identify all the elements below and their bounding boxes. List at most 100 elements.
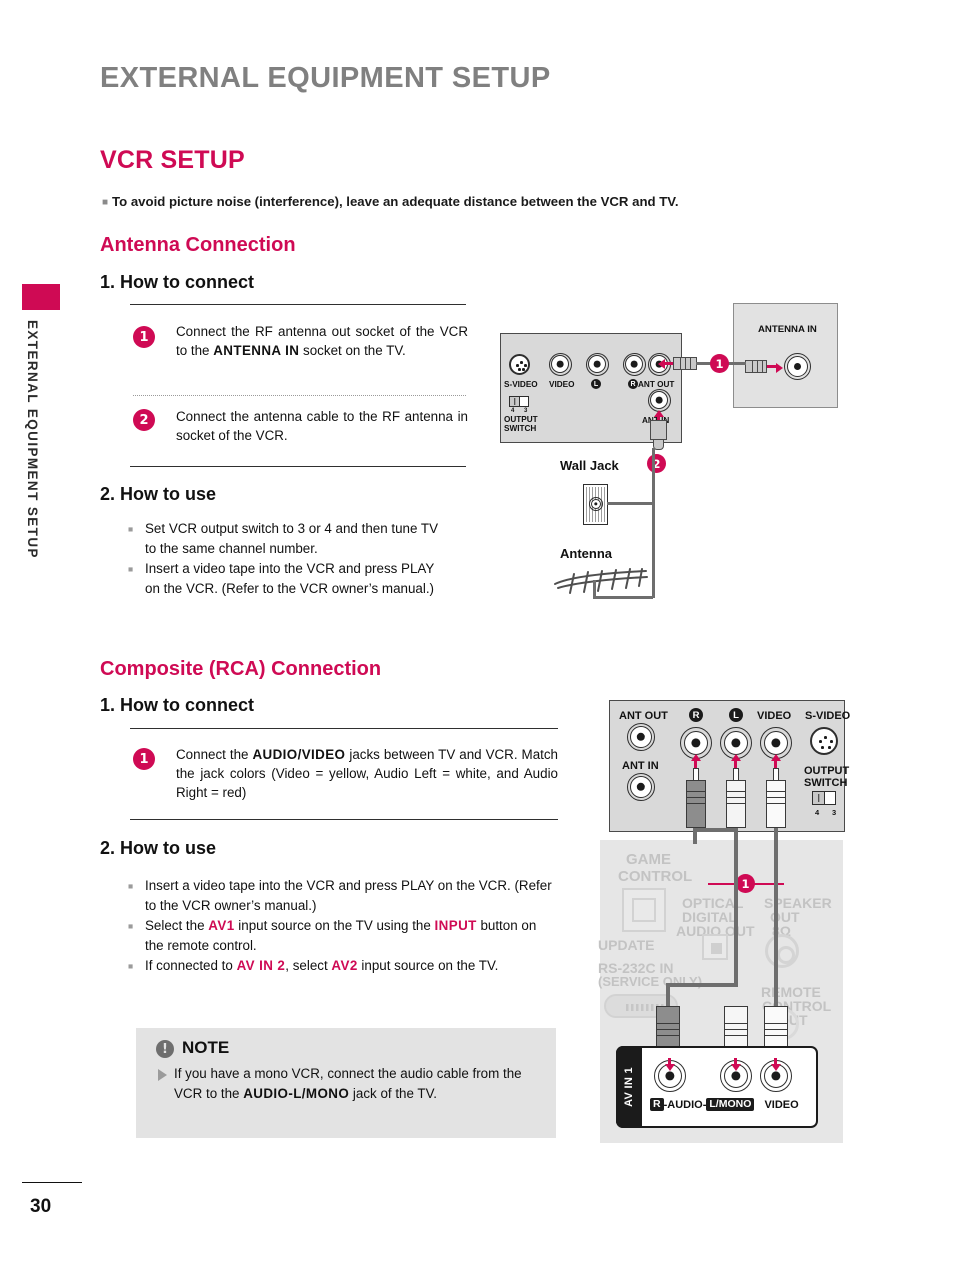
antenna-down-cable (652, 448, 656, 598)
section-title: VCR SETUP (100, 146, 245, 174)
vcr-switch-pos-3: 3 (832, 808, 837, 817)
tv-antenna-in-panel (733, 303, 838, 408)
optical-port (702, 934, 728, 960)
footer-divider (22, 1182, 82, 1183)
composite-connection-heading: Composite (RCA) Connection (100, 658, 382, 680)
bullet-text: , select (285, 958, 332, 973)
audio-left-jack-ring (585, 352, 609, 376)
audio-left-label: L (591, 379, 601, 389)
av-in-1-left-mono-label: L/MONO (706, 1098, 755, 1111)
step-badge-1: 1 (133, 326, 155, 348)
vcr-audio-right-label: R (689, 708, 703, 722)
callout-badge-2: 2 (647, 454, 666, 473)
step-badge-2: 2 (133, 409, 155, 431)
cable-horizontal-bottom (666, 983, 738, 987)
antenna-step-1-keyword: ANTENNA IN (213, 343, 300, 358)
output-switch[interactable] (509, 396, 529, 407)
composite-how-to-use-heading: 2. How to use (100, 838, 217, 858)
list-item: Insert a video tape into the VCR and pre… (128, 559, 448, 598)
coax-connector-vcr-out (673, 357, 697, 370)
side-tab-marker (22, 284, 60, 310)
audio-right-jack-ring (622, 352, 646, 376)
antenna-how-to-connect-heading: 1. How to connect (100, 272, 255, 292)
highlight-term: AV2 (331, 958, 358, 973)
manual-page: EXTERNAL EQUIPMENT SETUP EXTERNAL EQUIPM… (0, 0, 954, 1272)
antenna-step-2-text: Connect the antenna cable to the RF ante… (176, 409, 468, 443)
note-keyword: AUDIO-L/MONO (243, 1085, 350, 1101)
bullet-text: Select the (145, 918, 209, 933)
vcr-s-video-connector (810, 727, 838, 755)
composite-step-1-text: Connect the AUDIO/VIDEO jacks between TV… (176, 745, 558, 802)
section-lede-text: To avoid picture noise (interference), l… (112, 194, 679, 209)
side-tab-label: EXTERNAL EQUIPMENT SETUP (25, 320, 40, 559)
bullet-text: Insert a video tape into the VCR and pre… (145, 878, 552, 913)
bullet-text: If connected to (145, 958, 237, 973)
antenna-connection-diagram: ANTENNA IN S-VIDEO VIDEO L R ANT OUT 1 4… (495, 290, 855, 630)
s-video-label: S-VIDEO (504, 380, 538, 389)
game-control-label-1: GAME (626, 851, 671, 868)
list-item: Set VCR output switch to 3 or 4 and then… (128, 519, 448, 558)
note-text: If you have a mono VCR, connect the audi… (174, 1064, 532, 1103)
note-title: NOTE (182, 1038, 230, 1057)
divider (130, 304, 466, 305)
game-control-port (622, 888, 666, 932)
antenna-use-bullets: Set VCR output switch to 3 or 4 and then… (128, 519, 448, 599)
arrow-down-icon (731, 1064, 741, 1071)
highlight-term: INPUT (434, 918, 477, 933)
vcr-video-label: VIDEO (757, 710, 792, 722)
composite-use-bullets: Insert a video tape into the VCR and pre… (128, 876, 558, 977)
antenna-bottom-cable (593, 596, 653, 600)
list-item: Insert a video tape into the VCR and pre… (128, 876, 558, 915)
cable-white-vertical (734, 828, 738, 983)
ant-out-jack-ring (627, 723, 655, 751)
antenna-label: Antenna (560, 546, 612, 561)
divider (130, 728, 558, 729)
vcr-switch-pos-4: 4 (815, 808, 820, 817)
audio-right-label: R (628, 379, 638, 389)
vcr-output-switch[interactable] (812, 791, 836, 805)
tv-antenna-in-label: ANTENNA IN (758, 324, 817, 335)
vcr-s-video-label: S-VIDEO (805, 710, 851, 722)
divider (130, 819, 558, 820)
triangle-bullet-icon (158, 1069, 167, 1081)
antenna-step-1-part2: socket on the TV. (299, 343, 406, 358)
update-label: UPDATE (598, 937, 655, 953)
highlight-term: AV1 (208, 918, 235, 933)
step-badge-1: 1 (133, 748, 155, 770)
section-lede: ■ To avoid picture noise (interference), … (102, 194, 679, 209)
arrow-stem (734, 760, 738, 768)
arrow-stem (694, 760, 698, 768)
ant-in-jack-ring (627, 773, 655, 801)
list-item: If connected to AV IN 2, select AV2 inpu… (128, 956, 558, 976)
s-video-connector (509, 354, 530, 375)
list-item: Select the AV1 input source on the TV us… (128, 916, 558, 955)
antenna-step-1-text: Connect the RF antenna out socket of the… (176, 322, 468, 360)
vcr-output-switch-label-1: OUTPUT (804, 765, 850, 777)
wall-jack-label: Wall Jack (560, 458, 619, 473)
output-switch-label-1: OUTPUT (504, 415, 538, 424)
ant-out-label: ANT OUT (619, 710, 668, 722)
composite-step-1-keyword: AUDIO/VIDEO (252, 747, 346, 762)
vcr-audio-left-label: L (729, 708, 743, 722)
av-in-1-audio-label: -AUDIO- (663, 1099, 707, 1111)
page-title: EXTERNAL EQUIPMENT SETUP (100, 62, 551, 94)
av-in-1-jack-labels: R -AUDIO- L/MONO VIDEO (650, 1098, 799, 1111)
note-text-part2: jack of the TV. (349, 1085, 438, 1101)
rca-plug-yellow-top (766, 768, 786, 828)
arrow-stem (774, 760, 778, 768)
output-switch-pos-3: 3 (524, 408, 528, 414)
ant-in-label: ANT IN (622, 760, 659, 772)
vcr-ant-in-jack-ring (647, 388, 671, 412)
video-label: VIDEO (549, 380, 575, 389)
speaker-out-port (765, 934, 799, 968)
callout-badge-1: 1 (736, 874, 755, 893)
coax-connector-tv (745, 360, 767, 373)
bullet-square-icon: ■ (102, 196, 109, 208)
cable-horizontal-join (693, 828, 738, 832)
output-switch-pos-4: 4 (511, 408, 515, 414)
tv-antenna-in-jack-ring (784, 353, 811, 380)
av-in-1-label: AV IN 1 (623, 1067, 635, 1107)
game-control-label-2: CONTROL (618, 868, 693, 885)
av-in-1-tab: AV IN 1 (616, 1046, 642, 1128)
antenna-riser-cable (593, 580, 597, 598)
